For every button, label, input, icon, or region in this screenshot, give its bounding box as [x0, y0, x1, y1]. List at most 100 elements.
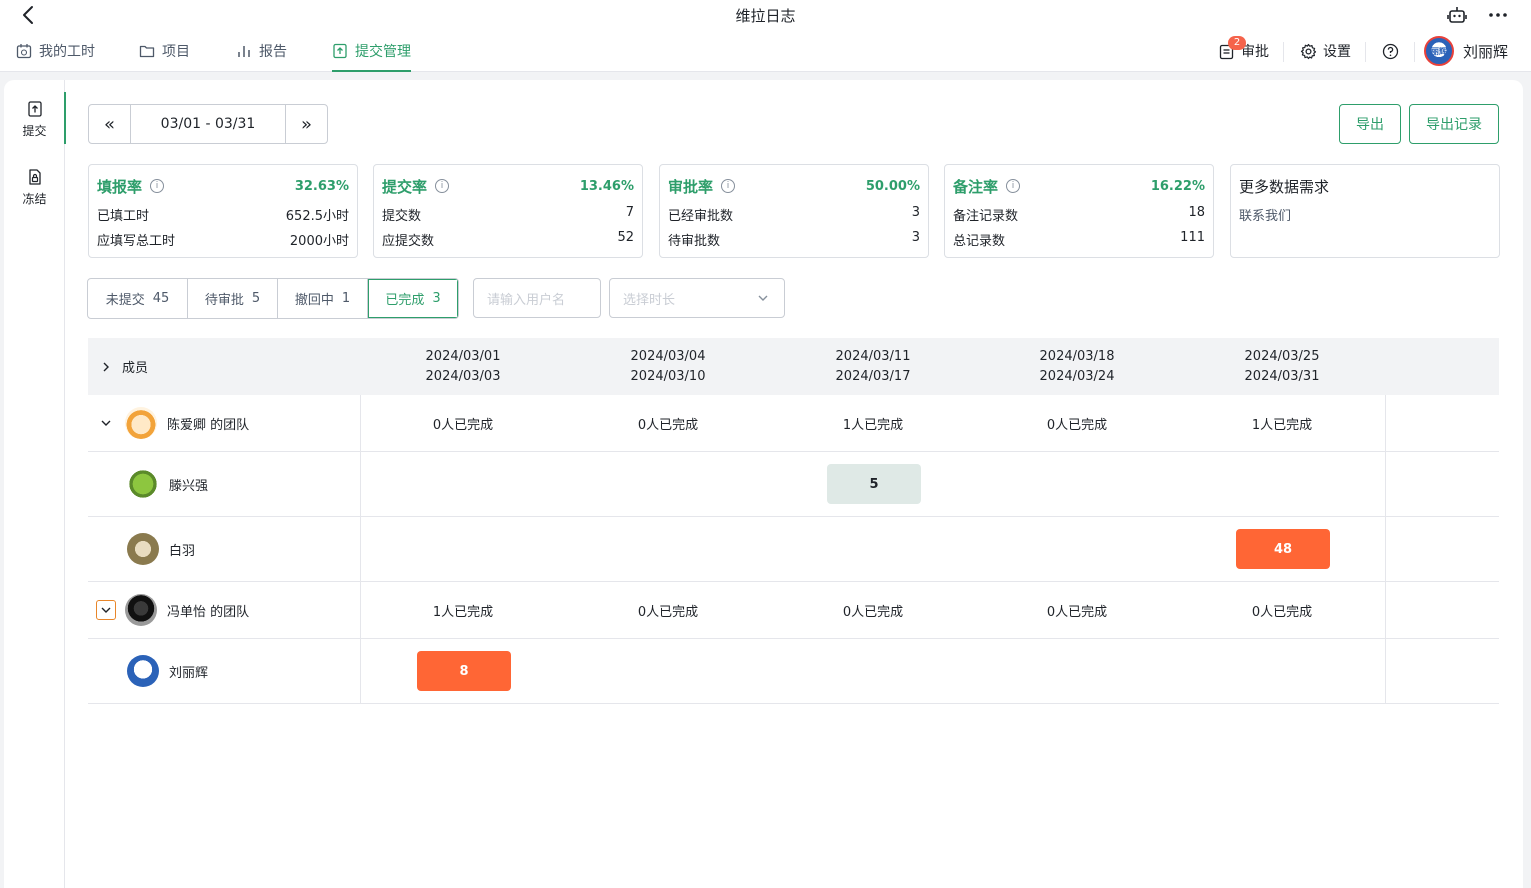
submission-table: 成员 2024/03/01 2024/03/03 2024/03/04 2024/0…	[88, 338, 1499, 704]
week-start: 2024/03/18	[1039, 349, 1115, 364]
filter-pending-approval[interactable]: 待审批 5	[188, 279, 278, 318]
team-name: 陈爱卿 的团队	[167, 417, 250, 433]
avatar	[127, 655, 159, 687]
divider	[1414, 42, 1415, 62]
stat-title: 备注率	[953, 177, 999, 196]
hours-cell[interactable]: 8	[417, 651, 511, 691]
info-icon[interactable]: i	[721, 179, 736, 193]
completion-summary: 1人已完成	[1251, 417, 1313, 433]
member-name: 白羽	[169, 543, 196, 559]
table-header: 成员 2024/03/01 2024/03/03 2024/03/04 2024/0…	[88, 338, 1499, 395]
avatar	[125, 407, 157, 439]
nav-projects[interactable]: 项目	[139, 30, 190, 72]
side-item-submit[interactable]: 提交	[4, 92, 66, 144]
filter-label: 撤回中	[294, 293, 334, 308]
help-button[interactable]	[1382, 30, 1405, 72]
next-range-button[interactable]: »	[285, 105, 327, 143]
stat-label: 已经审批数	[668, 209, 734, 224]
team-name-cell: 冯单怡 的团队	[96, 582, 249, 638]
member-name-cell: 刘丽辉	[127, 639, 208, 703]
prev-range-button[interactable]: «	[89, 105, 131, 143]
filter-not-submitted[interactable]: 未提交 45	[88, 279, 188, 318]
chevron-right-icon	[103, 362, 109, 371]
column-divider	[1385, 452, 1386, 516]
completion-summary: 0人已完成	[1046, 417, 1108, 433]
week-column-header: 2024/03/25 2024/03/31	[1207, 347, 1357, 387]
username-search-input[interactable]: 请输入用户名	[473, 278, 601, 318]
collapse-toggle[interactable]	[96, 413, 116, 433]
help-circle-icon	[1382, 43, 1399, 59]
approval-count-badge: 2	[1228, 36, 1246, 50]
user-menu[interactable]: 丽辉 刘丽辉	[1424, 30, 1508, 72]
member-name-cell: 白羽	[127, 517, 195, 581]
column-divider	[360, 639, 361, 703]
nav-label: 报告	[259, 44, 287, 60]
search-placeholder: 请输入用户名	[487, 292, 566, 308]
side-item-freeze[interactable]: 冻结	[4, 168, 65, 207]
side-item-label: 冻结	[22, 192, 47, 206]
week-start: 2024/03/01	[425, 349, 501, 364]
title-bar: 维拉日志	[0, 0, 1531, 30]
week-end: 2024/03/24	[1039, 369, 1115, 384]
chevron-down-icon	[758, 295, 768, 301]
week-end: 2024/03/17	[835, 369, 911, 384]
stat-label: 应提交数	[382, 234, 435, 249]
member-row: 滕兴强 5	[88, 452, 1499, 517]
completion-summary: 1人已完成	[842, 417, 904, 433]
nav-my-hours[interactable]: 我的工时	[16, 30, 95, 72]
date-range-value[interactable]: 03/01 - 03/31	[131, 105, 285, 143]
filter-completed[interactable]: 已完成 3	[368, 279, 458, 318]
stat-card-approval-rate: 审批率 i 50.00% 已经审批数 3 待审批数 3	[659, 164, 929, 258]
info-icon[interactable]: i	[1006, 179, 1021, 193]
filter-label: 待审批	[204, 293, 244, 308]
info-icon[interactable]: i	[435, 179, 450, 193]
filter-count: 5	[251, 291, 261, 306]
more-data-card: 更多数据需求 联系我们	[1230, 164, 1500, 258]
member-name-cell: 滕兴强	[127, 452, 208, 516]
stat-percent: 32.63%	[294, 178, 349, 194]
calendar-icon	[16, 44, 32, 59]
nav-label: 我的工时	[39, 44, 95, 60]
more-icon[interactable]	[1486, 4, 1510, 26]
collapse-toggle[interactable]	[96, 600, 116, 620]
contact-us-link[interactable]: 联系我们	[1239, 205, 1491, 224]
robot-icon[interactable]	[1446, 4, 1468, 26]
completion-summary: 1人已完成	[432, 604, 494, 620]
avatar-text: 丽辉	[1431, 46, 1447, 56]
date-range-picker: « 03/01 - 03/31 »	[88, 104, 328, 144]
completion-summary: 0人已完成	[637, 604, 699, 620]
export-button[interactable]: 导出	[1339, 104, 1401, 144]
nav-reports[interactable]: 报告	[236, 30, 287, 72]
week-column-header: 2024/03/01 2024/03/03	[388, 347, 538, 387]
filter-withdrawing[interactable]: 撤回中 1	[278, 279, 368, 318]
export-log-button[interactable]: 导出记录	[1409, 104, 1499, 144]
team-row: 冯单怡 的团队 1人已完成 0人已完成 0人已完成 0人已完成 0人已完成	[88, 582, 1499, 639]
folder-icon	[139, 45, 155, 58]
nav-submission-management[interactable]: 提交管理	[332, 30, 411, 72]
stat-label: 总记录数	[953, 234, 1006, 249]
stat-percent: 13.46%	[579, 178, 634, 194]
settings-button[interactable]: 设置	[1300, 30, 1351, 72]
double-chevron-right-icon: »	[300, 113, 312, 135]
nav-label: 提交管理	[355, 44, 411, 60]
column-divider	[1385, 639, 1386, 703]
hours-cell[interactable]: 48	[1236, 529, 1330, 569]
double-chevron-left-icon: «	[103, 113, 115, 135]
member-column-header[interactable]: 成员	[100, 357, 148, 376]
stat-label: 应填写总工时	[97, 234, 176, 249]
select-placeholder: 选择时长	[623, 292, 676, 308]
approval-button[interactable]: 审批 2	[1218, 30, 1269, 72]
chevron-down-icon	[101, 607, 111, 613]
side-item-label: 提交	[22, 124, 47, 138]
hours-cell[interactable]: 5	[827, 464, 921, 504]
window-title: 维拉日志	[735, 7, 796, 25]
week-start: 2024/03/25	[1244, 349, 1320, 364]
stat-title: 填报率	[97, 177, 143, 196]
week-start: 2024/03/11	[835, 349, 911, 364]
team-name-cell: 陈爱卿 的团队	[96, 395, 249, 451]
info-icon[interactable]: i	[150, 179, 165, 193]
upload-doc-icon	[27, 101, 42, 117]
duration-select[interactable]: 选择时长	[609, 278, 785, 318]
week-end: 2024/03/10	[630, 369, 706, 384]
column-divider	[1385, 582, 1386, 638]
